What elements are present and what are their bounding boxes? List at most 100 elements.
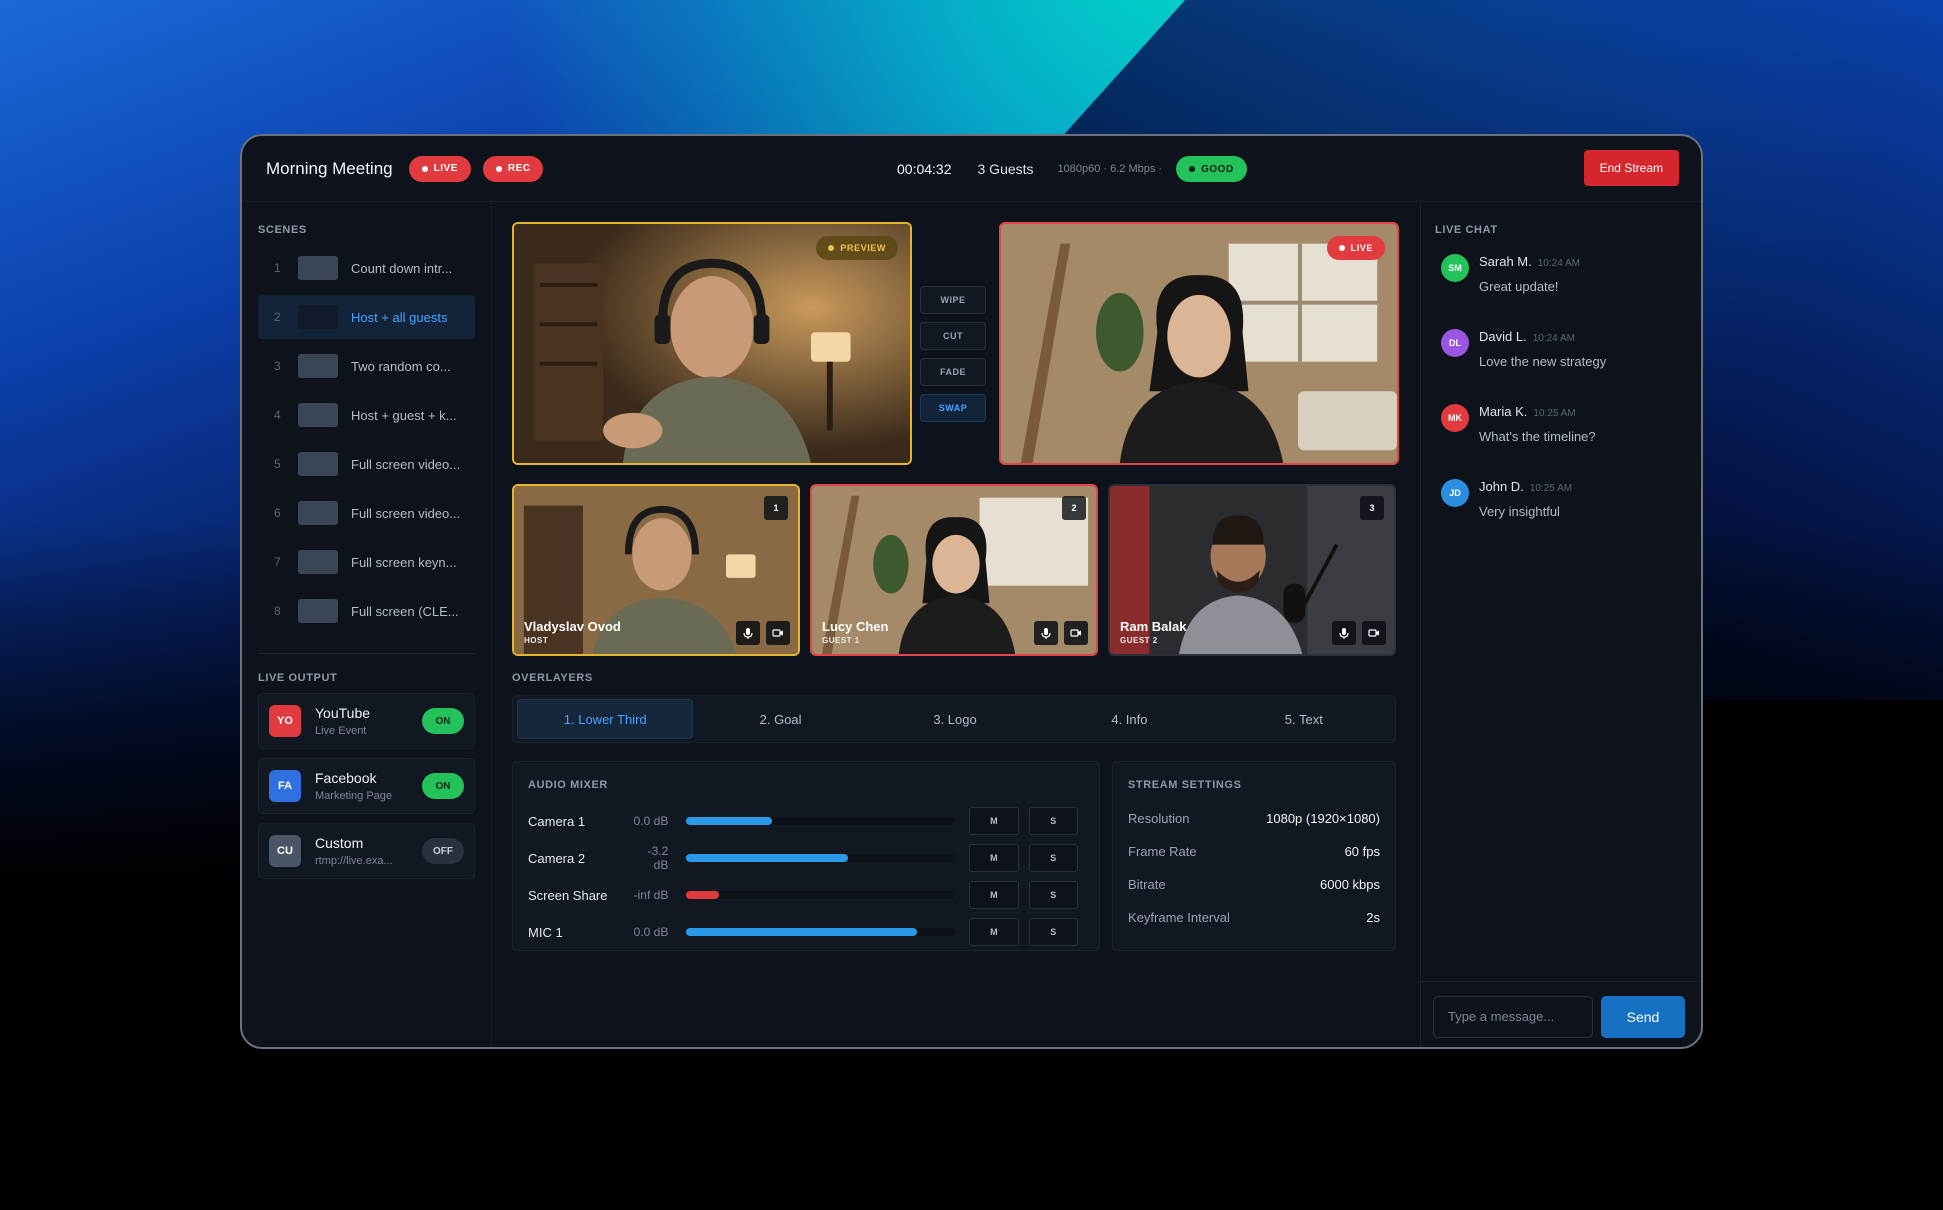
live-dot-icon: [421, 165, 428, 172]
output-toggle[interactable]: OFF: [422, 838, 464, 864]
live-chat-panel: LIVE CHAT SM Sarah M. 10:24 AM Great update…: [1420, 202, 1701, 1047]
source-slot-3[interactable]: 3 Ram Balak GUEST 2: [1108, 484, 1396, 656]
scene-item[interactable]: 6 Full screen video...: [258, 491, 475, 535]
scene-name: Host + guest + k...: [351, 407, 457, 423]
scene-item[interactable]: 8 Full screen (CLE...: [258, 589, 475, 633]
stream-settings-panel: STREAM SETTINGS Resolution 1080p (1920×10…: [1112, 761, 1396, 951]
chat-message: MK Maria K. 10:25 AM What's the timeline?: [1435, 398, 1691, 473]
source-slot-2[interactable]: 2 Lucy Chen GUEST 1: [810, 484, 1098, 656]
slot-role: GUEST 1: [822, 636, 860, 645]
scene-number: 2: [274, 310, 281, 324]
level-meter[interactable]: [686, 817, 956, 825]
mute-button[interactable]: M: [969, 881, 1019, 909]
camera-icon[interactable]: [1064, 621, 1088, 645]
output-list: YO YouTube Live Event ON FA Facebook Marketing…: [258, 693, 475, 879]
scene-thumbnail: [298, 305, 338, 329]
scene-thumbnail: [298, 550, 338, 574]
scene-number: 6: [274, 506, 281, 520]
program-monitor[interactable]: LIVE: [999, 222, 1399, 465]
message-text: What's the timeline?: [1479, 429, 1596, 444]
live-badge-label: LIVE: [433, 163, 458, 174]
message-time: 10:25 AM: [1529, 483, 1573, 494]
scene-number: 7: [274, 555, 281, 569]
avatar: JD: [1441, 479, 1469, 507]
output-name: Custom: [315, 835, 364, 851]
preview-dot-icon: [828, 245, 835, 251]
setting-key: Frame Rate: [1128, 843, 1197, 859]
message-header: David L. 10:24 AM: [1479, 323, 1691, 346]
main-stage: PREVIEW WIPE CUT FADE SWAP LIVE 1 Vladys…: [492, 202, 1430, 1047]
camera-icon[interactable]: [1362, 621, 1386, 645]
output-toggle[interactable]: ON: [422, 773, 464, 799]
scene-number: 1: [274, 261, 281, 275]
mute-button[interactable]: M: [969, 807, 1019, 835]
scene-item[interactable]: 2 Host + all guests: [258, 295, 475, 339]
scene-name: Count down intr...: [351, 260, 453, 276]
setting-value: 2s: [1366, 909, 1380, 925]
level-meter[interactable]: [686, 854, 956, 862]
slot-role: HOST: [524, 636, 549, 645]
channel-name: Camera 2: [528, 850, 586, 866]
chat-message-input[interactable]: [1433, 995, 1593, 1038]
mute-button[interactable]: M: [969, 918, 1019, 946]
scene-item[interactable]: 1 Count down intr...: [258, 246, 475, 290]
rec-dot-icon: [495, 165, 502, 172]
scene-thumbnail: [298, 452, 338, 476]
output-toggle[interactable]: ON: [422, 708, 464, 734]
scene-name: Full screen keyn...: [351, 554, 457, 570]
solo-button[interactable]: S: [1028, 918, 1078, 946]
program-live-dot-icon: [1338, 245, 1345, 251]
mic-icon[interactable]: [1034, 621, 1058, 645]
mixer-channel: Camera 2 -3.2 dB M S: [528, 843, 1088, 873]
scene-item[interactable]: 7 Full screen keyn...: [258, 540, 475, 584]
send-button[interactable]: Send: [1601, 995, 1685, 1038]
overlayer-tab[interactable]: 3. Logo: [868, 699, 1042, 739]
mic-icon[interactable]: [736, 621, 760, 645]
end-stream-button[interactable]: End Stream: [1583, 150, 1679, 186]
scene-item[interactable]: 4 Host + guest + k...: [258, 393, 475, 437]
scene-number: 3: [274, 359, 281, 373]
camera-icon[interactable]: [766, 621, 790, 645]
scene-number: 4: [274, 408, 281, 422]
output-subtitle: Marketing Page: [315, 790, 393, 802]
overlayer-tab[interactable]: 5. Text: [1217, 699, 1391, 739]
overlayer-tab[interactable]: 4. Info: [1042, 699, 1216, 739]
slot-name: Ram Balak: [1120, 619, 1187, 634]
message-text: Love the new strategy: [1479, 354, 1607, 369]
mute-button[interactable]: M: [969, 844, 1019, 872]
transition-fade-button[interactable]: FADE: [920, 358, 986, 386]
overlayers-title: OVERLAYERS: [512, 672, 593, 684]
setting-row: Bitrate 6000 kbps: [1128, 874, 1380, 894]
overlayer-tab[interactable]: 1. Lower Third: [517, 699, 694, 739]
transition-cut-button[interactable]: CUT: [920, 322, 986, 350]
transition-swap-button[interactable]: SWAP: [920, 394, 986, 422]
solo-button[interactable]: S: [1028, 881, 1078, 909]
output-text: YouTube Live Event: [315, 705, 422, 737]
top-bar: Morning Meeting LIVE REC 00:04:32 3 Gues…: [242, 136, 1701, 202]
source-slot-1[interactable]: 1 Vladyslav Ovod HOST: [512, 484, 800, 656]
scene-item[interactable]: 3 Two random co...: [258, 344, 475, 388]
scene-thumbnail: [298, 403, 338, 427]
setting-key: Keyframe Interval: [1128, 909, 1230, 925]
rec-badge-label: REC: [507, 163, 531, 174]
scene-item[interactable]: 5 Full screen video...: [258, 442, 475, 486]
transition-wipe-button[interactable]: WIPE: [920, 286, 986, 314]
preview-monitor[interactable]: PREVIEW: [512, 222, 912, 465]
scene-name: Full screen (CLE...: [351, 603, 459, 619]
channel-db: 0.0 dB: [633, 925, 669, 939]
message-time: 10:25 AM: [1533, 408, 1576, 419]
sidebar-divider: [258, 653, 475, 654]
scene-name: Full screen video...: [351, 456, 461, 472]
mixer-channel: MIC 1 0.0 dB M S: [528, 917, 1088, 947]
scene-thumbnail: [298, 599, 338, 623]
audio-mixer-panel: AUDIO MIXER Camera 1 0.0 dB M S Camera 2 -3.2…: [512, 761, 1100, 951]
level-meter[interactable]: [686, 891, 956, 899]
stream-status: 00:04:32 3 Guests 1080p60 · 6.2 Mbps · G…: [897, 136, 1259, 202]
solo-button[interactable]: S: [1028, 844, 1078, 872]
mic-icon[interactable]: [1332, 621, 1356, 645]
overlayer-tab[interactable]: 2. Goal: [693, 699, 867, 739]
level-fill: [686, 854, 848, 862]
solo-button[interactable]: S: [1028, 807, 1078, 835]
level-meter[interactable]: [686, 928, 956, 936]
message-text: Great update!: [1479, 279, 1559, 294]
